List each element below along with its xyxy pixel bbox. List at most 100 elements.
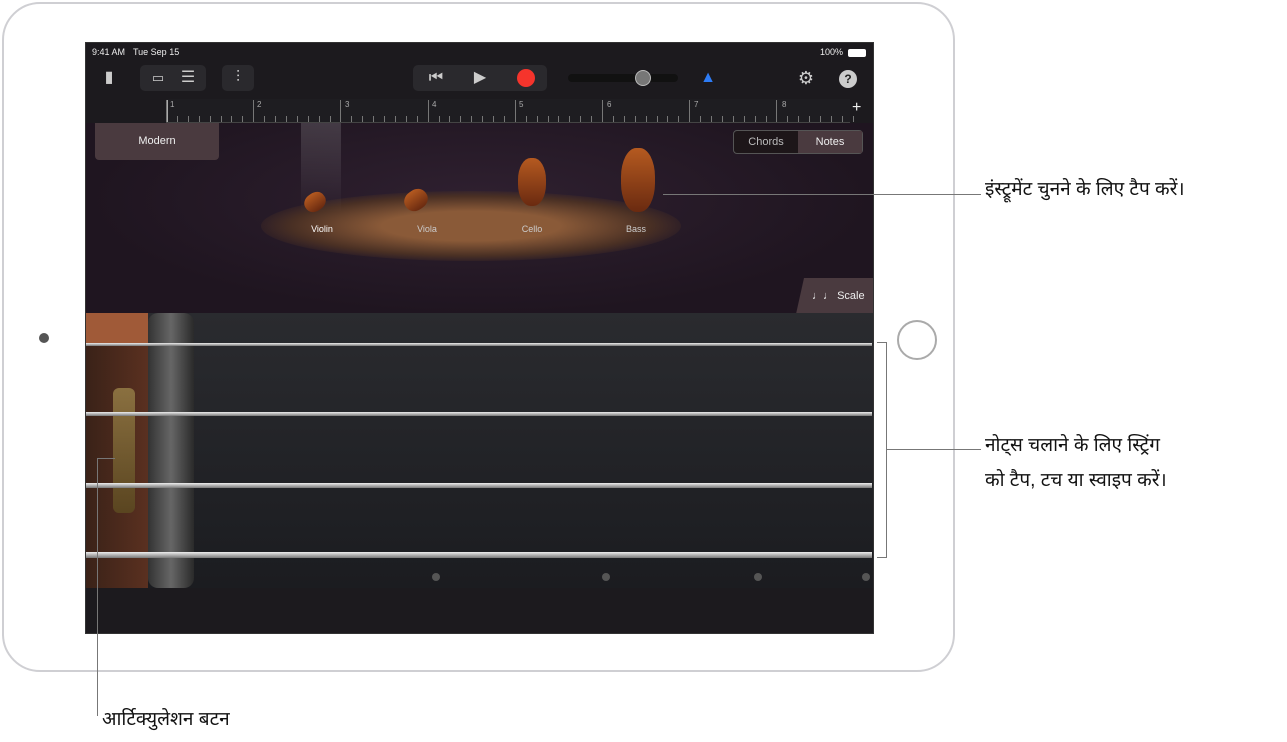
ruler-tick [253,100,255,122]
track-view-icon[interactable]: ▭ [144,65,172,91]
metronome-icon[interactable]: ▲ [696,65,720,91]
cello-icon[interactable] [518,158,546,206]
bar-number: 2 [257,100,262,109]
ruler-tick [645,116,647,122]
string-area[interactable] [86,313,873,588]
ruler-tick [471,116,473,122]
add-section-button[interactable]: + [852,99,861,117]
scale-button[interactable]: ♩♩ Scale [796,278,873,314]
ruler-tick [482,116,484,122]
ruler-tick [438,116,440,122]
mode-switch: Chords Notes [733,130,863,154]
callout-line [663,194,981,195]
transport-controls: ⏮ ▶ [413,65,547,91]
ruler-tick [427,100,429,122]
screen: 9:41 AM Tue Sep 15 100% ▮ ▭ ☰ ⫶ ⏮ ▶ ▲ ⚙ … [85,42,874,634]
help-icon[interactable]: ? [839,70,857,88]
notes-tab[interactable]: Notes [798,131,862,153]
ruler-tick [711,116,712,122]
ruler-tick [721,116,723,122]
articulation-button[interactable] [113,388,135,513]
string-1[interactable] [86,343,872,346]
position-dot [602,573,610,581]
ruler-tick [787,116,789,122]
instrument-label-violin[interactable]: Violin [292,224,352,234]
ruler-tick [503,116,505,122]
ruler-tick [405,116,407,122]
bar-number: 3 [345,100,350,109]
battery-percent: 100% [820,47,844,57]
battery-icon [848,49,866,57]
bar-number: 5 [519,100,524,109]
bass-icon[interactable] [621,148,655,212]
ruler-tick [384,116,385,122]
bar-number: 4 [432,100,437,109]
ruler-tick [623,116,625,122]
ruler-tick [612,116,614,122]
bar-number: 8 [782,100,787,109]
status-time: 9:41 AM [92,47,126,57]
ruler-tick [514,100,516,122]
ruler-tick [176,116,178,122]
ruler-tick [198,116,200,122]
ruler-tick [351,116,353,122]
view-toggle[interactable]: ▭ ☰ [140,65,206,91]
string-4[interactable] [86,552,872,558]
preset-button[interactable]: Modern [95,123,219,160]
ruler-tick [678,116,680,122]
ruler-tick [765,116,767,122]
callout-instrument: इंस्ट्रूमेंट चुनने के लिए टैप करें। [985,179,1185,200]
volume-knob[interactable] [635,70,651,86]
home-button[interactable] [897,320,937,360]
ruler-tick [754,116,756,122]
position-dot [432,573,440,581]
ruler-tick [242,116,244,122]
callout-line [97,458,98,716]
instrument-label-viola[interactable]: Viola [397,224,457,234]
ruler-tick [264,116,266,122]
ruler-tick [732,116,734,122]
ruler-tick [809,116,811,122]
ruler[interactable]: 1 2 3 4 5 6 7 8 [166,99,854,123]
callout-articulation: आर्टिक्युलेशन बटन [102,709,230,730]
ruler-tick [558,116,560,122]
document-icon[interactable]: ▮ [96,65,122,91]
bar-number: 7 [694,100,699,109]
scale-label: Scale [837,290,865,302]
string-3[interactable] [86,483,872,488]
nut [148,313,194,588]
ruler-tick [449,116,451,122]
chords-tab[interactable]: Chords [734,131,798,153]
instrument-label-cello[interactable]: Cello [502,224,562,234]
ruler-tick [296,116,298,122]
ruler-tick [569,116,571,122]
ruler-tick [318,116,320,122]
ruler-tick [362,116,364,122]
play-icon[interactable]: ▶ [461,65,499,91]
callout-strings-1: नोट्स चलाने के लिए स्ट्रिंग [985,435,1160,456]
ruler-tick [656,116,658,122]
ruler-tick [830,116,832,122]
ruler-tick [667,116,669,122]
mixer-icon[interactable]: ⫶ [222,65,254,91]
ruler-tick [743,116,745,122]
instrument-label-bass[interactable]: Bass [606,224,666,234]
record-icon[interactable] [517,69,535,87]
list-view-icon[interactable]: ☰ [174,65,202,91]
ruler-tick [525,116,527,122]
ruler-tick [275,116,276,122]
volume-slider[interactable] [568,70,678,86]
callout-line [97,458,115,459]
ruler-tick [798,116,800,122]
ruler-tick [329,116,331,122]
position-dot [754,573,762,581]
string-2[interactable] [86,412,872,416]
status-date: Tue Sep 15 [133,47,180,57]
ruler-tick [547,116,549,122]
ruler-tick [416,116,418,122]
ruler-tick [536,116,538,122]
ruler-tick [166,100,167,122]
ruler-tick [220,116,222,122]
settings-icon[interactable]: ⚙ [794,65,818,91]
rewind-icon[interactable]: ⏮ [417,65,455,91]
